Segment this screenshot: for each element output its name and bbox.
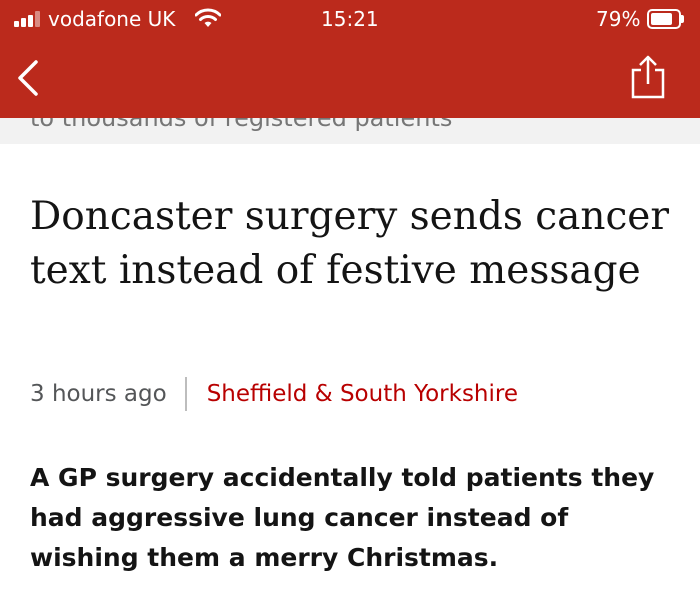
cellular-signal-icon: [14, 11, 50, 27]
carrier-name: vodafone UK: [48, 7, 176, 31]
app-header: vodafone UK 15:21 79%: [0, 0, 700, 118]
battery-percentage: 79%: [596, 7, 641, 31]
status-time: 15:21: [321, 7, 379, 31]
article-summary: A GP surgery accidentally told patients …: [30, 463, 655, 572]
wifi-icon: [195, 8, 221, 27]
meta-divider: [184, 377, 187, 411]
chevron-left-icon[interactable]: [12, 58, 44, 98]
share-icon[interactable]: [628, 54, 668, 100]
article-headline: Doncaster surgery sends cancer text inst…: [30, 194, 670, 293]
status-bar: vodafone UK 15:21 79%: [0, 0, 700, 40]
battery-icon: [647, 9, 684, 29]
article-timestamp: 3 hours ago: [30, 381, 167, 407]
article-meta: 3 hours ago Sheffield & South Yorkshire: [30, 376, 518, 412]
previous-article-text: to thousands of registered patients: [30, 118, 453, 132]
section-link[interactable]: Sheffield & South Yorkshire: [207, 381, 518, 407]
previous-article-fragment: to thousands of registered patients: [0, 118, 700, 144]
